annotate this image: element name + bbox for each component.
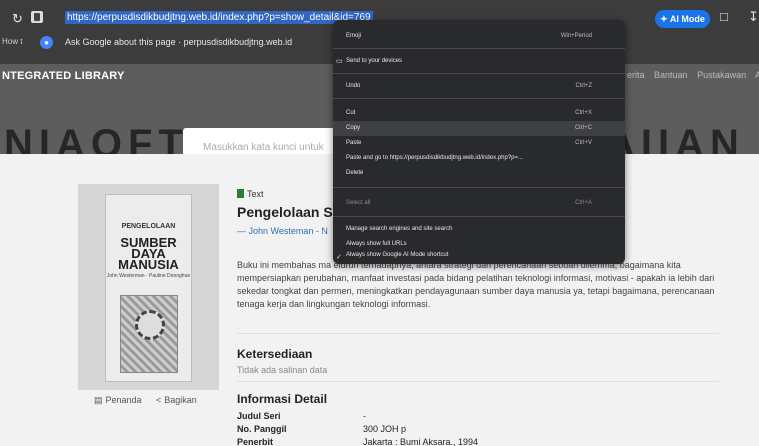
type-label: Text [247, 189, 264, 199]
menu-separator [333, 73, 625, 74]
extensions-icon[interactable]: □ [720, 9, 728, 24]
menu-item-shortcut: Ctrl+A [575, 200, 592, 206]
download-icon[interactable]: ↧ [748, 9, 759, 25]
context-menu: Emoji Win+Period ▭ Send to your devices Un… [333, 20, 625, 264]
bookmark-flag-icon [237, 189, 244, 198]
share-icon: < [156, 395, 162, 405]
cover-authors: John Westerman · Pauline Donoghue [106, 273, 191, 279]
menu-item-label: Cut [346, 110, 356, 116]
menu-item-label: Undo [346, 83, 361, 89]
site-brand[interactable]: NTEGRATED LIBRARY [2, 70, 125, 82]
menu-item-shortcut: Ctrl+C [574, 125, 592, 131]
info-row: Judul Seri - [237, 411, 366, 421]
availability-text: Tidak ada salinan data [237, 365, 328, 375]
menu-item-shortcut: Ctrl+X [575, 110, 592, 116]
info-key: Judul Seri [237, 411, 281, 421]
ai-mode-button[interactable]: ✦ AI Mode [655, 10, 710, 28]
nav-item-bantuan[interactable]: Bantuan [654, 70, 688, 80]
gear-icon [135, 310, 165, 340]
info-value: - [363, 411, 366, 421]
cover-illustration [120, 295, 178, 373]
menu-item-label: Always show Google AI Mode shortcut [346, 252, 449, 258]
menu-separator [333, 216, 625, 217]
menu-item-emoji[interactable]: Emoji Win+Period [333, 29, 625, 44]
book-title: Pengelolaan Su [237, 204, 342, 220]
ai-mode-icon: ✦ [660, 14, 668, 24]
bookmark-label: Penanda [105, 395, 142, 405]
menu-item-select-all[interactable]: Select all Ctrl+A [333, 196, 625, 211]
menu-item-undo[interactable]: Undo Ctrl+Z [333, 79, 625, 94]
menu-item-delete[interactable]: Delete [333, 166, 625, 181]
nav-item-pustakawan[interactable]: Pustakawan [697, 70, 746, 80]
menu-item-shortcut: Ctrl+Z [575, 83, 593, 89]
type-badge: Text [237, 189, 264, 199]
menu-item-label: Send to your devices [346, 58, 403, 64]
availability-heading: Ketersediaan [237, 347, 313, 361]
menu-item-paste[interactable]: Paste Ctrl+V [333, 136, 625, 151]
suggestion-text: Ask Google about this page · perpusdisdi… [65, 37, 293, 47]
menu-item-manage-search-engines[interactable]: Manage search engines and site search [333, 222, 625, 237]
menu-separator [333, 98, 625, 99]
menu-item-label: Paste [346, 140, 362, 146]
nav-item-berita[interactable]: erita [627, 70, 645, 80]
book-description: Buku ini membahas ma eluruh terhadapnya,… [237, 260, 715, 309]
menu-item-label: Paste and go to https://perpusdisdikbudj… [346, 155, 523, 161]
menu-separator [333, 48, 625, 49]
info-key: No. Panggil [237, 424, 287, 434]
cover-title-line2: SUMBER DAYA MANUSIA [118, 235, 179, 272]
menu-item-label: Always show full URLs [346, 241, 407, 247]
site-nav: erita Bantuan Pustakawan A [627, 70, 759, 80]
banner-text: NIAOFT [4, 122, 189, 154]
divider [237, 381, 719, 382]
cover-container: PENGELOLAAN SUMBER DAYA MANUSIA John Wes… [78, 184, 219, 390]
devices-icon: ▭ [336, 58, 343, 65]
menu-separator [333, 187, 625, 188]
info-heading: Informasi Detail [237, 392, 328, 406]
bookmark-item[interactable]: How t [2, 37, 22, 46]
book-author[interactable]: — John Westeman - N [237, 226, 328, 236]
book-cover: PENGELOLAAN SUMBER DAYA MANUSIA John Wes… [105, 194, 192, 382]
menu-item-label: Emoji [346, 33, 362, 39]
info-key: Penerbit [237, 437, 274, 446]
menu-item-label: Delete [346, 170, 364, 176]
share-button[interactable]: < Bagikan [156, 395, 197, 405]
info-row: No. Panggil 300 JOH p [237, 424, 406, 434]
menu-item-show-ai-mode-shortcut[interactable]: ✓ Always show Google AI Mode shortcut [333, 250, 625, 262]
info-value: 300 JOH p [363, 424, 407, 434]
menu-item-send-to-devices[interactable]: ▭ Send to your devices [333, 54, 625, 69]
banner-text-right: AIIAN [606, 122, 745, 154]
menu-item-paste-and-go[interactable]: Paste and go to https://perpusdisdikbudj… [333, 151, 625, 166]
google-ai-icon: ● [40, 36, 53, 49]
cover-title-line1: PENGELOLAAN [121, 223, 176, 230]
ai-mode-label: AI Mode [669, 14, 705, 24]
nav-item-more[interactable]: A [755, 70, 759, 80]
menu-item-shortcut: Win+Period [560, 33, 592, 39]
menu-item-label: Select all [346, 200, 371, 206]
info-value: Jakarta : Bumi Aksara., 1994 [363, 437, 479, 446]
info-row: Penerbit Jakarta : Bumi Aksara., 1994 [237, 437, 478, 446]
site-info-icon[interactable] [31, 11, 43, 23]
url-text[interactable]: https://perpusdisdikbudjtng.web.id/index… [65, 11, 373, 24]
bookmark-icon: ▤ [94, 395, 103, 405]
checkmark-icon: ✓ [336, 254, 342, 261]
divider [237, 333, 719, 334]
menu-item-copy[interactable]: Copy Ctrl+C [333, 121, 625, 136]
reload-icon[interactable]: ↻ [12, 11, 23, 27]
omnibox-suggestion[interactable]: ● Ask Google about this page · perpusdis… [36, 28, 332, 56]
share-label: Bagikan [164, 395, 197, 405]
menu-item-label: Manage search engines and site search [346, 226, 453, 232]
search-input[interactable] [203, 142, 333, 153]
menu-item-shortcut: Ctrl+V [575, 140, 592, 146]
bookmark-button[interactable]: ▤ Penanda [94, 395, 142, 406]
menu-item-cut[interactable]: Cut Ctrl+X [333, 106, 625, 121]
menu-item-label: Copy [346, 125, 361, 131]
